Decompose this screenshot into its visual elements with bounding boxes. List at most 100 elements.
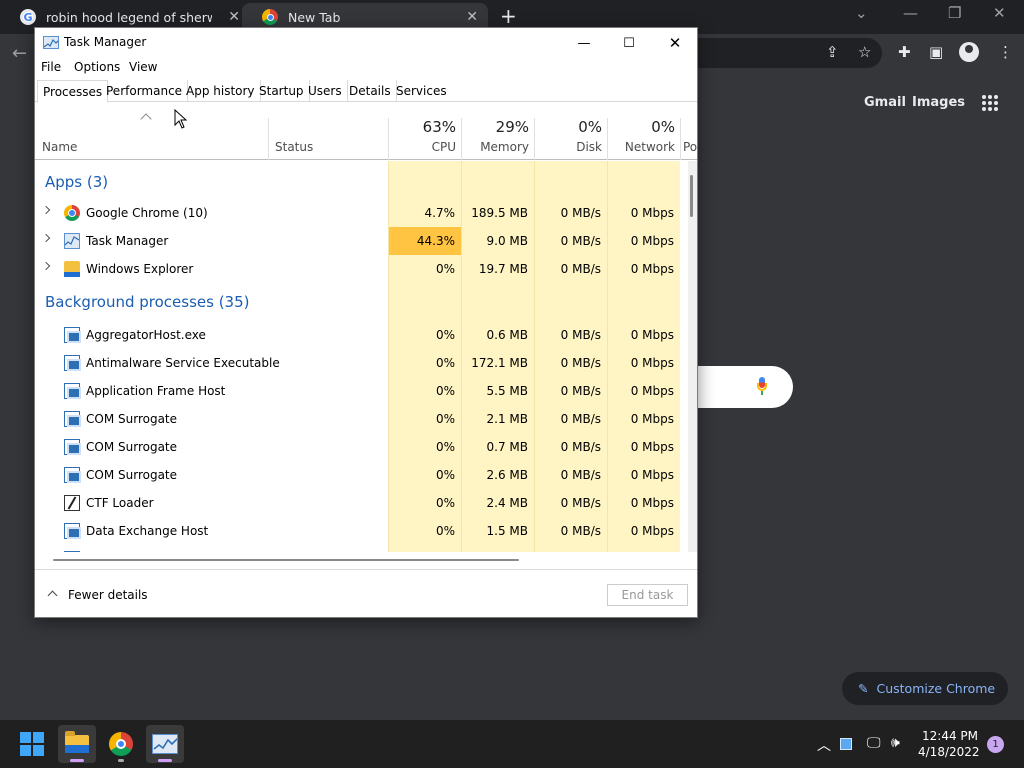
tab-close-icon[interactable]: ✕ bbox=[228, 9, 240, 25]
column-cpu-percent[interactable]: 63% bbox=[391, 118, 456, 136]
process-row[interactable]: 0% 0.7 MB 0 MB/s 0 Mbps COM Surrogate bbox=[35, 433, 687, 461]
disk-value: 0 MB/s bbox=[560, 356, 601, 370]
bookmark-star-icon[interactable]: ☆ bbox=[858, 43, 871, 61]
process-row[interactable]: 0% 2.1 MB 0 MB/s 0 Mbps COM Surrogate bbox=[35, 405, 687, 433]
tab-search-chevron-icon[interactable]: ⌄ bbox=[855, 4, 868, 22]
horizontal-scrollbar[interactable] bbox=[35, 552, 697, 564]
tab-users[interactable]: Users bbox=[303, 80, 348, 102]
process-row[interactable] bbox=[35, 545, 687, 552]
process-row[interactable]: 44.3% 9.0 MB 0 MB/s 0 Mbps Task Manager bbox=[35, 227, 687, 255]
column-divider[interactable] bbox=[680, 118, 681, 160]
address-bar[interactable] bbox=[690, 38, 882, 68]
memory-cell bbox=[461, 161, 534, 199]
start-button[interactable] bbox=[13, 725, 51, 763]
column-divider[interactable] bbox=[268, 118, 269, 160]
menu-file[interactable]: File bbox=[41, 60, 61, 74]
tab-processes[interactable]: Processes bbox=[37, 80, 109, 103]
column-power[interactable]: Po bbox=[683, 140, 697, 154]
column-divider[interactable] bbox=[388, 118, 389, 160]
memory-value: 2.6 MB bbox=[486, 468, 528, 482]
process-row[interactable]: 0% 0.6 MB 0 MB/s 0 Mbps AggregatorHost.exe bbox=[35, 321, 687, 349]
column-memory[interactable]: Memory bbox=[464, 140, 529, 154]
network-icon[interactable]: 🖵 bbox=[867, 735, 881, 751]
chevron-right-icon[interactable] bbox=[41, 205, 51, 215]
chrome-menu-icon[interactable]: ⋮ bbox=[998, 43, 1013, 61]
disk-cell bbox=[534, 161, 607, 199]
profile-avatar-icon[interactable] bbox=[959, 42, 979, 62]
tray-app-icon[interactable] bbox=[840, 738, 852, 750]
column-disk-percent[interactable]: 0% bbox=[537, 118, 602, 136]
memory-value: 5.5 MB bbox=[486, 384, 528, 398]
column-network[interactable]: Network bbox=[610, 140, 675, 154]
tab-services[interactable]: Services bbox=[391, 80, 452, 102]
service-icon bbox=[64, 439, 81, 455]
scrollbar-thumb[interactable] bbox=[690, 175, 693, 217]
column-cpu[interactable]: CPU bbox=[391, 140, 456, 154]
tab-startup[interactable]: Startup bbox=[254, 80, 310, 102]
process-name: Windows Explorer bbox=[86, 262, 194, 276]
show-hidden-icons-chevron-icon[interactable]: ︿ bbox=[817, 735, 831, 755]
column-network-percent[interactable]: 0% bbox=[610, 118, 675, 136]
column-status[interactable]: Status bbox=[275, 140, 313, 154]
extensions-puzzle-icon[interactable]: ✚ bbox=[898, 43, 911, 61]
memory-value: 2.1 MB bbox=[486, 412, 528, 426]
restore-icon[interactable]: ❐ bbox=[948, 4, 961, 22]
close-button[interactable]: ✕ bbox=[660, 31, 690, 55]
cpu-value: 0% bbox=[435, 262, 455, 276]
column-divider[interactable] bbox=[461, 118, 462, 160]
fewer-details-link[interactable]: Fewer details bbox=[68, 588, 148, 602]
column-disk[interactable]: Disk bbox=[537, 140, 602, 154]
tab-details[interactable]: Details bbox=[344, 80, 397, 102]
column-name[interactable]: Name bbox=[42, 140, 77, 154]
column-divider[interactable] bbox=[607, 118, 608, 160]
taskbar-chrome[interactable] bbox=[102, 725, 140, 763]
side-panel-icon[interactable]: ▣ bbox=[929, 43, 943, 61]
volume-icon[interactable]: 🕪 bbox=[891, 735, 900, 751]
vertical-scrollbar[interactable] bbox=[688, 161, 697, 552]
customize-chrome-button[interactable]: ✎ Customize Chrome bbox=[842, 672, 1008, 705]
process-row[interactable]: 0% 2.6 MB 0 MB/s 0 Mbps COM Surrogate bbox=[35, 461, 687, 489]
new-tab-button[interactable]: + bbox=[500, 4, 517, 28]
scrollbar-thumb[interactable] bbox=[53, 559, 519, 561]
voice-search-mic-icon[interactable] bbox=[757, 377, 767, 395]
service-icon bbox=[64, 467, 81, 483]
end-task-button[interactable]: End task bbox=[607, 584, 688, 606]
tab-close-icon[interactable]: ✕ bbox=[466, 9, 478, 25]
back-arrow-icon[interactable]: ← bbox=[12, 43, 27, 64]
menu-view[interactable]: View bbox=[129, 60, 157, 74]
process-row[interactable]: 0% 1.5 MB 0 MB/s 0 Mbps Data Exchange Host bbox=[35, 517, 687, 545]
maximize-button[interactable]: ☐ bbox=[614, 31, 644, 55]
title-bar[interactable]: Task Manager — ☐ ✕ bbox=[35, 28, 697, 58]
clock-date: 4/18/2022 bbox=[918, 745, 980, 759]
taskbar-task-manager[interactable] bbox=[146, 725, 184, 763]
tab-performance[interactable]: Performance bbox=[101, 80, 189, 102]
disk-value: 0 MB/s bbox=[560, 384, 601, 398]
images-link[interactable]: Images bbox=[912, 95, 965, 110]
tab-app-history[interactable]: App history bbox=[181, 80, 261, 102]
google-search-box[interactable] bbox=[690, 366, 793, 408]
minimize-button[interactable]: — bbox=[569, 31, 599, 55]
share-icon[interactable]: ⇪ bbox=[826, 43, 839, 61]
notification-badge[interactable]: 1 bbox=[987, 736, 1004, 753]
taskbar-file-explorer[interactable] bbox=[58, 725, 96, 763]
process-row[interactable]: 0% 19.7 MB 0 MB/s 0 Mbps Windows Explorer bbox=[35, 255, 687, 283]
chevron-up-icon[interactable] bbox=[47, 590, 58, 601]
column-memory-percent[interactable]: 29% bbox=[464, 118, 529, 136]
column-divider[interactable] bbox=[534, 118, 535, 160]
gmail-link[interactable]: Gmail bbox=[864, 95, 906, 110]
chevron-right-icon[interactable] bbox=[41, 233, 51, 243]
disk-value: 0 MB/s bbox=[560, 412, 601, 426]
process-row[interactable]: 0% 5.5 MB 0 MB/s 0 Mbps Application Frame Ho… bbox=[35, 377, 687, 405]
menu-options[interactable]: Options bbox=[74, 60, 120, 74]
clock[interactable]: 12:44 PM 4/18/2022 bbox=[918, 728, 980, 760]
process-list: Apps (3) 4.7% 189.5 MB 0 MB/s 0 Mbps Google … bbox=[35, 161, 687, 552]
process-row[interactable]: 0% 172.1 MB 0 MB/s 0 Mbps Antimalware Servic… bbox=[35, 349, 687, 377]
group-label-background: Background processes (35) bbox=[45, 293, 250, 311]
minimize-icon[interactable]: — bbox=[903, 4, 918, 22]
close-icon[interactable]: ✕ bbox=[993, 4, 1006, 22]
chevron-right-icon[interactable] bbox=[41, 261, 51, 271]
disk-cell bbox=[534, 545, 607, 552]
process-row[interactable]: 0% 2.4 MB 0 MB/s 0 Mbps CTF Loader bbox=[35, 489, 687, 517]
google-apps-icon[interactable] bbox=[982, 95, 998, 111]
process-row[interactable]: 4.7% 189.5 MB 0 MB/s 0 Mbps Google Chrome (1… bbox=[35, 199, 687, 227]
